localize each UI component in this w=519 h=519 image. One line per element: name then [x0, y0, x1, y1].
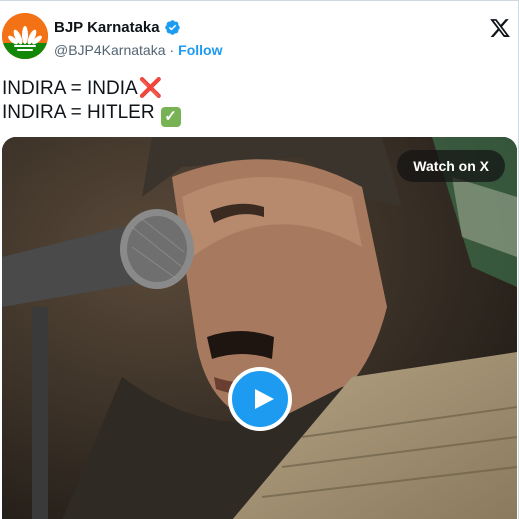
play-icon	[255, 389, 274, 409]
display-name[interactable]: BJP Karnataka	[54, 19, 160, 36]
video-frame-image	[2, 137, 517, 519]
x-logo-icon[interactable]	[489, 17, 511, 39]
tweet-line-2-text: INDIRA = HITLER	[2, 102, 155, 123]
separator-dot: ·	[169, 42, 175, 58]
tweet-header: BJP Karnataka @BJP4Karnataka · Follow	[2, 13, 517, 63]
handle-row: @BJP4Karnataka · Follow	[54, 42, 223, 58]
tweet-embed-card: BJP Karnataka @BJP4Karnataka · Follow IN…	[0, 0, 519, 519]
name-row: BJP Karnataka	[54, 19, 181, 36]
play-button[interactable]	[228, 367, 292, 431]
verified-badge-icon	[164, 20, 180, 35]
check-mark-button-icon: ✓	[160, 107, 181, 127]
bjp-lotus-logo	[2, 13, 48, 59]
account-handle[interactable]: @BJP4Karnataka	[54, 42, 166, 58]
watch-on-x-button[interactable]: Watch on X	[397, 150, 505, 182]
tweet-text: INDIRA = INDIA❌ INDIRA = HITLER ✓	[2, 77, 181, 127]
avatar[interactable]	[2, 13, 48, 59]
video-thumbnail[interactable]: Watch on X	[2, 137, 517, 519]
follow-button[interactable]: Follow	[178, 42, 222, 58]
tweet-line-2: INDIRA = HITLER ✓	[2, 101, 181, 127]
tweet-line-1: INDIRA = INDIA❌	[2, 77, 181, 101]
cross-mark-icon: ❌	[138, 78, 163, 99]
tweet-line-1-text: INDIRA = INDIA	[2, 78, 138, 99]
